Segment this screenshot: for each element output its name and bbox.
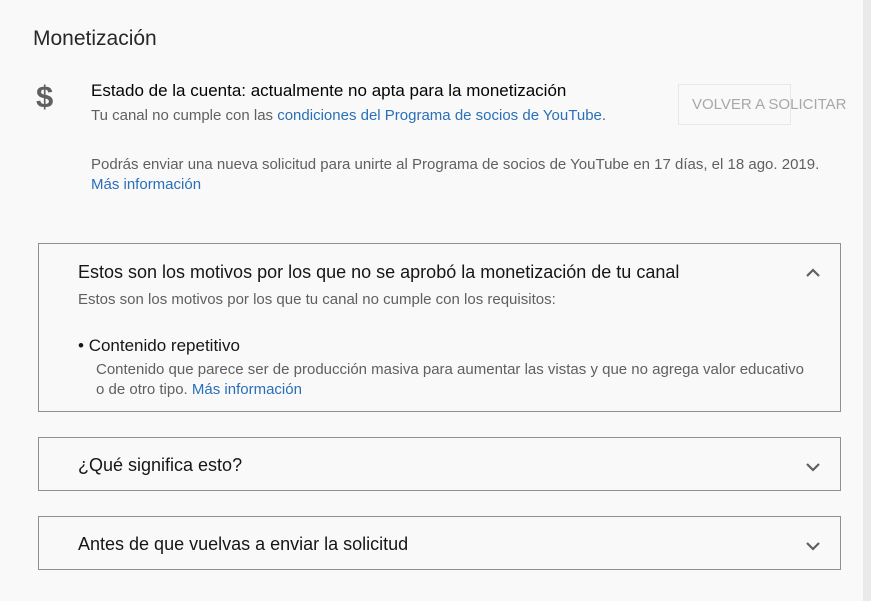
status-detail: Tu canal no cumple con las condiciones d… xyxy=(91,107,606,124)
chevron-down-icon[interactable] xyxy=(803,457,823,477)
chevron-up-icon[interactable] xyxy=(803,263,823,283)
before-reapply-title[interactable]: Antes de que vuelvas a enviar la solicit… xyxy=(78,534,408,555)
reapply-note: Podrás enviar una nueva solicitud para u… xyxy=(91,155,851,195)
section-title: Monetización xyxy=(33,27,157,50)
account-status: Estado de la cuenta: actualmente no apta… xyxy=(91,81,567,100)
what-it-means-title[interactable]: ¿Qué significa esto? xyxy=(78,455,242,476)
reapply-button[interactable]: VOLVER A SOLICITAR xyxy=(678,84,847,125)
page-scroll-gutter xyxy=(863,0,871,601)
status-detail-prefix: Tu canal no cumple con las xyxy=(91,107,278,124)
reasons-panel-subtitle: Estos son los motivos por los que tu can… xyxy=(78,291,556,308)
status-detail-suffix: . xyxy=(601,107,607,124)
reasons-panel-title[interactable]: Estos son los motivos por los que no se … xyxy=(78,262,679,283)
chevron-down-icon[interactable] xyxy=(803,536,823,556)
reason-more-info-link[interactable]: Más información xyxy=(192,381,302,398)
reapply-note-text: Podrás enviar una nueva solicitud para u… xyxy=(91,156,820,173)
reason-description: Contenido que parece ser de producción m… xyxy=(96,360,816,400)
reason-item-label: Contenido repetitivo xyxy=(88,336,240,355)
monetization-card: Monetización $ Estado de la cuenta: actu… xyxy=(0,0,863,601)
dollar-icon: $ xyxy=(36,79,54,114)
what-it-means-panel[interactable]: ¿Qué significa esto? xyxy=(38,437,841,491)
partner-program-terms-link[interactable]: condiciones del Programa de socios de Yo… xyxy=(277,107,602,124)
before-reapply-panel[interactable]: Antes de que vuelvas a enviar la solicit… xyxy=(38,516,841,570)
reasons-panel: Estos son los motivos por los que no se … xyxy=(38,243,841,412)
reason-item: • Contenido repetitivo xyxy=(78,336,240,355)
reapply-more-info-link[interactable]: Más información xyxy=(91,176,201,193)
